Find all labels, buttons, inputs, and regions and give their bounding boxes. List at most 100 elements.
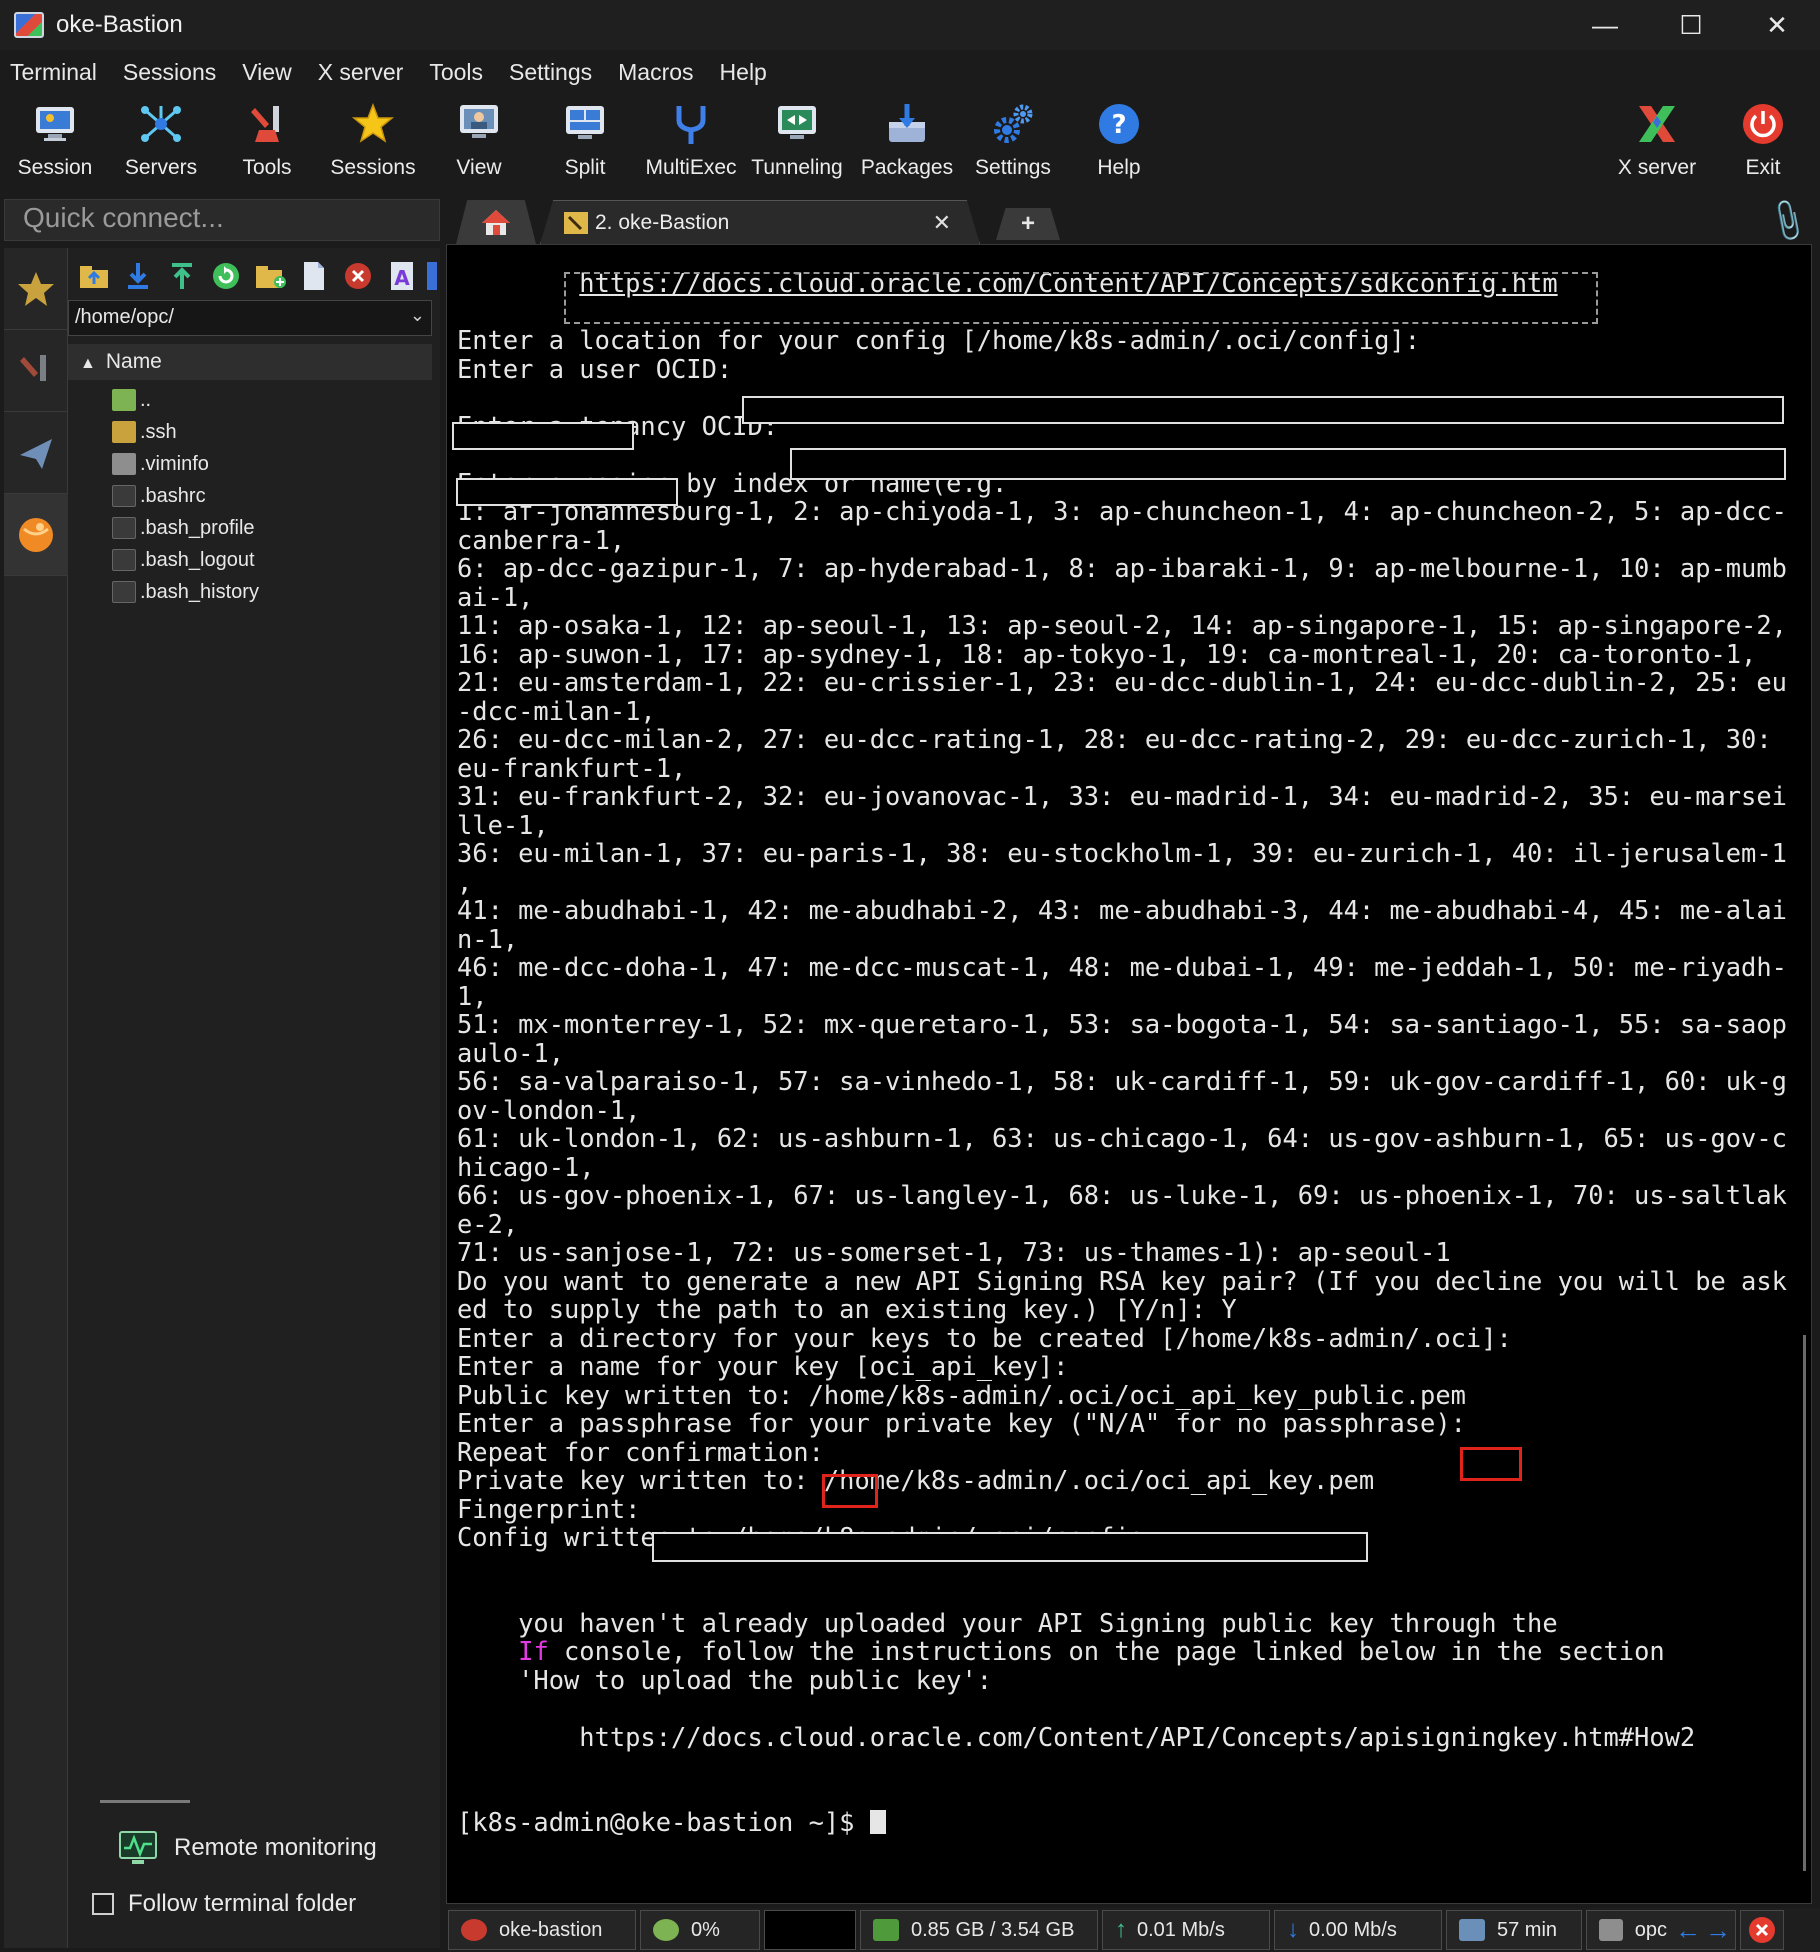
- list-item[interactable]: .viminfo: [68, 448, 432, 480]
- terminal-line: hicago-1,: [457, 1151, 595, 1182]
- sidebar-tab-macros[interactable]: [4, 412, 68, 494]
- list-item[interactable]: .bash_profile: [68, 512, 432, 544]
- terminal-line: Enter a location for your config [/home/…: [457, 325, 1421, 355]
- user-icon: [1599, 1919, 1623, 1941]
- menu-x-server[interactable]: X server: [318, 59, 404, 86]
- terminal-line: 66: us-gov-phoenix-1, 67: us-langley-1, …: [457, 1180, 1787, 1210]
- list-item[interactable]: .ssh: [68, 416, 432, 448]
- terminal-line: ,: [457, 866, 473, 897]
- remote-path-field[interactable]: /home/opc/ ⌄: [68, 300, 432, 336]
- new-tab-button[interactable]: +: [996, 208, 1060, 240]
- menu-help[interactable]: Help: [720, 59, 767, 86]
- view-button[interactable]: View: [426, 96, 532, 188]
- new-file-button[interactable]: [292, 256, 336, 296]
- tunneling-button[interactable]: Tunneling: [744, 96, 850, 188]
- packages-button[interactable]: Packages: [854, 96, 960, 188]
- list-item[interactable]: .bash_history: [68, 576, 432, 608]
- refresh-button[interactable]: [204, 256, 248, 296]
- status-close-button[interactable]: [1740, 1910, 1784, 1950]
- quick-connect-input[interactable]: Quick connect...: [4, 199, 440, 241]
- status-memory: 0.85 GB / 3.54 GB: [860, 1910, 1098, 1950]
- download-icon: [128, 263, 148, 289]
- maximize-button[interactable]: ☐: [1648, 0, 1734, 50]
- remote-monitoring-button[interactable]: Remote monitoring: [118, 1830, 377, 1866]
- terminal-line: Fingerprint:: [457, 1493, 641, 1524]
- redacted-fingerprint: [652, 1532, 1368, 1562]
- window-controls: — ☐ ✕: [1562, 0, 1820, 50]
- list-item[interactable]: .bash_logout: [68, 544, 432, 576]
- close-window-button[interactable]: ✕: [1734, 0, 1820, 50]
- name-column-header[interactable]: ▲ Name: [68, 344, 432, 380]
- tab-oke-bastion[interactable]: 2. oke-Bastion ✕: [540, 200, 980, 244]
- tools-icon: [245, 102, 289, 146]
- upload-button[interactable]: [160, 256, 204, 296]
- chevron-down-icon[interactable]: ⌄: [410, 305, 425, 326]
- minimize-button[interactable]: —: [1562, 0, 1648, 50]
- terminal-line: 61: uk-london-1, 62: us-ashburn-1, 63: u…: [457, 1123, 1787, 1153]
- terminal-line: 56: sa-valparaiso-1, 57: sa-vinhedo-1, 5…: [457, 1066, 1787, 1096]
- tools-button[interactable]: Tools: [214, 96, 320, 188]
- status-upload: ↑ 0.01 Mb/s: [1102, 1910, 1270, 1950]
- delete-button[interactable]: [336, 256, 380, 296]
- properties-button[interactable]: [424, 256, 438, 296]
- link-focus-box: [564, 272, 1598, 324]
- download-button[interactable]: [116, 256, 160, 296]
- close-tab-icon[interactable]: ✕: [933, 210, 951, 236]
- terminal-line: 51: mx-monterrey-1, 52: mx-queretaro-1, …: [457, 1009, 1787, 1039]
- redacted-tenancy-ocid-wrap: [456, 478, 678, 506]
- x-icon: [1635, 102, 1679, 146]
- terminal-scrollbar[interactable]: [1803, 1335, 1806, 1871]
- globe-icon: [19, 517, 53, 552]
- sidebar-tabs: [4, 248, 68, 1948]
- menu-sessions[interactable]: Sessions: [123, 59, 216, 86]
- parent-folder-button[interactable]: [72, 256, 116, 296]
- sidebar-tab-tools[interactable]: [4, 330, 68, 412]
- terminal-line: e-2,: [457, 1208, 519, 1239]
- file-icon: [112, 453, 136, 475]
- terminal-line: eu-frankfurt-1,: [457, 752, 687, 783]
- package-icon: [885, 102, 929, 146]
- sidebar-tab-sftp[interactable]: [4, 494, 68, 576]
- servers-button[interactable]: Servers: [108, 96, 214, 188]
- menu-macros[interactable]: Macros: [618, 59, 693, 86]
- multiexec-button[interactable]: MultiExec: [638, 96, 744, 188]
- rename-button[interactable]: A: [380, 256, 424, 296]
- terminal-line: canberra-1,: [457, 524, 626, 555]
- terminal-line: Enter a passphrase for your private key …: [457, 1408, 1466, 1438]
- menu-view[interactable]: View: [242, 59, 291, 86]
- terminal-line: -dcc-milan-1,: [457, 695, 656, 726]
- settings-button[interactable]: Settings: [960, 96, 1066, 188]
- terminal-line: 71: us-sanjose-1, 72: us-somerset-1, 73:…: [457, 1237, 1451, 1267]
- checkbox-icon[interactable]: [92, 1893, 114, 1915]
- split-button[interactable]: Split: [532, 96, 638, 188]
- confirmation-highlight: [822, 1474, 878, 1508]
- status-host[interactable]: oke-bastion: [448, 1910, 636, 1950]
- tab-home[interactable]: [456, 200, 536, 244]
- new-file-icon: [304, 262, 324, 290]
- session-button[interactable]: Session: [2, 96, 108, 188]
- sessions-button[interactable]: Sessions: [320, 96, 426, 188]
- menu-tools[interactable]: Tools: [429, 59, 483, 86]
- x-server-button[interactable]: X server: [1604, 96, 1710, 188]
- gears-icon: [991, 102, 1035, 146]
- sidebar-tab-sessions[interactable]: [4, 248, 68, 330]
- download-arrow-icon: ↓: [1287, 1916, 1299, 1943]
- arrow-right-icon[interactable]: →: [1705, 1915, 1731, 1946]
- terminal-line: 41: me-abudhabi-1, 42: me-abudhabi-2, 43…: [457, 895, 1787, 925]
- menu-terminal[interactable]: Terminal: [10, 59, 97, 86]
- panel-splitter[interactable]: [100, 1800, 190, 1803]
- properties-icon: [427, 262, 437, 290]
- arrow-left-icon[interactable]: ←: [1675, 1915, 1701, 1946]
- exit-button[interactable]: Exit: [1710, 96, 1816, 188]
- folder-icon: [112, 421, 136, 443]
- paperclip-icon[interactable]: 📎: [1762, 197, 1812, 246]
- follow-terminal-folder-checkbox[interactable]: Follow terminal folder: [92, 1890, 356, 1918]
- new-folder-icon: [256, 266, 286, 288]
- menu-settings[interactable]: Settings: [509, 59, 592, 86]
- list-item[interactable]: ..: [68, 384, 432, 416]
- list-item[interactable]: .bashrc: [68, 480, 432, 512]
- help-button[interactable]: ? Help: [1066, 96, 1172, 188]
- new-folder-button[interactable]: [248, 256, 292, 296]
- terminal-line: Do you want to generate a new API Signin…: [457, 1265, 1787, 1296]
